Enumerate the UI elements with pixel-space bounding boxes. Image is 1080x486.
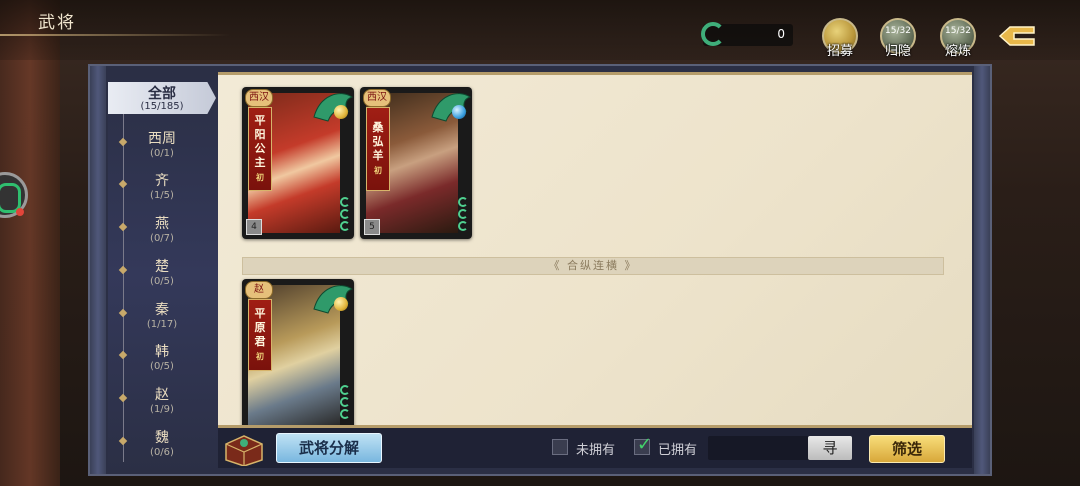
dragon-ornament-icon — [313, 93, 354, 122]
general-name-char: 桑 — [372, 121, 384, 134]
star-icon — [340, 409, 350, 419]
star-icon — [340, 209, 350, 219]
not-owned-label: 未拥有 — [576, 443, 616, 458]
sidebar-item-all[interactable]: 全部 (15/185) — [108, 82, 216, 114]
search-input[interactable] — [708, 436, 820, 460]
rarity-gem-icon — [452, 105, 466, 119]
sidebar-item-count: (1/5) — [150, 190, 174, 201]
smelt-button[interactable]: 15/32 熔炼 — [940, 18, 976, 59]
currency-display: 0 — [701, 22, 793, 46]
sidebar-item-count: (15/185) — [140, 101, 184, 112]
tier-badge: 4 — [246, 219, 262, 235]
sidebar-item-count: (0/5) — [150, 361, 174, 372]
state-badge: 西汉 — [245, 89, 273, 107]
general-name-char: 原 — [254, 321, 266, 334]
sidebar-item-count: (0/5) — [150, 276, 174, 287]
state-badge: 赵 — [245, 281, 273, 299]
general-name-char: 弘 — [372, 135, 384, 148]
section-divider: 《 合纵连横 》 — [242, 257, 944, 275]
star-icon — [458, 209, 468, 219]
sidebar-item-qi[interactable]: 齐 (1/5) — [108, 168, 216, 208]
star-icon — [340, 221, 350, 231]
star-column — [340, 197, 352, 233]
star-column — [340, 385, 352, 421]
back-arrow-icon[interactable] — [996, 24, 1038, 48]
dragon-ornament-icon — [431, 93, 472, 122]
star-icon — [340, 197, 350, 207]
jade-ring-icon — [701, 22, 725, 46]
star-icon — [458, 221, 468, 231]
recruit-label: 招募 — [826, 44, 853, 59]
rarity-gem-icon — [334, 105, 348, 119]
smelt-label: 熔炼 — [944, 44, 971, 59]
recruit-button[interactable]: 招募 — [822, 18, 858, 59]
general-level: 初 — [374, 165, 382, 175]
sidebar-item-xizhou[interactable]: 西周 (0/1) — [108, 126, 216, 166]
chest-icon — [225, 435, 263, 466]
general-card[interactable]: 西汉 桑 弘 羊 初 5 — [360, 87, 472, 239]
sidebar-item-qin[interactable]: 秦 (1/17) — [108, 297, 216, 337]
sidebar-item-count: (0/6) — [150, 447, 174, 458]
retire-count: 15/32 — [885, 26, 911, 36]
sidebar-item-count: (0/7) — [150, 233, 174, 244]
state-badge: 西汉 — [363, 89, 391, 107]
general-name-char: 羊 — [372, 149, 384, 162]
general-level: 初 — [256, 351, 264, 361]
star-icon — [458, 197, 468, 207]
owned-label: 已拥有 — [658, 443, 698, 458]
general-name-char: 平 — [254, 307, 266, 320]
rarity-gem-icon — [334, 297, 348, 311]
currency-value: 0 — [777, 27, 785, 41]
sidebar-item-count: (1/17) — [146, 319, 178, 330]
decompose-button[interactable]: 武将分解 — [276, 433, 382, 463]
notification-dot — [16, 208, 24, 216]
star-icon — [340, 385, 350, 395]
page-title: 武将 — [38, 13, 76, 33]
general-name-char: 阳 — [254, 128, 266, 141]
tier-badge: 5 — [364, 219, 380, 235]
general-card[interactable]: 西汉 平 阳 公 主 初 4 — [242, 87, 354, 239]
search-button[interactable]: 寻 — [808, 436, 852, 460]
retire-label: 归隐 — [884, 44, 911, 59]
sidebar-item-count: (0/1) — [150, 148, 174, 159]
background-pillar — [0, 0, 60, 486]
owned-checkbox[interactable]: ✓ — [634, 434, 652, 455]
general-card[interactable]: 赵 平 原 君 初 — [242, 279, 354, 425]
general-name-ribbon: 桑 弘 羊 初 — [366, 107, 390, 191]
general-name-char: 君 — [254, 335, 266, 348]
sidebar-item-chu[interactable]: 楚 (0/5) — [108, 254, 216, 294]
title-underline — [0, 34, 230, 36]
general-name-ribbon: 平 原 君 初 — [248, 299, 272, 371]
general-name-char: 公 — [254, 142, 266, 155]
general-grid: 西汉 平 阳 公 主 初 4 西汉 桑 弘 羊 初 5 赵 平 原 君 初 《 … — [218, 72, 972, 428]
general-name-char: 平 — [254, 114, 266, 127]
sidebar-item-count: (1/9) — [150, 404, 174, 415]
checkmark-icon: ✓ — [637, 434, 653, 455]
retire-button[interactable]: 15/32 归隐 — [880, 18, 916, 59]
dragon-ornament-icon — [313, 285, 354, 314]
star-icon — [340, 397, 350, 407]
general-level: 初 — [256, 172, 264, 182]
filter-button[interactable]: 筛选 — [869, 435, 945, 463]
sidebar-item-yan[interactable]: 燕 (0/7) — [108, 211, 216, 251]
smelt-count: 15/32 — [945, 26, 971, 36]
sidebar-item-label: 全部 — [148, 86, 176, 102]
general-name-char: 主 — [254, 156, 266, 169]
sidebar-item-han[interactable]: 韩 (0/5) — [108, 339, 216, 379]
star-column — [458, 197, 470, 233]
sidebar-item-zhao[interactable]: 赵 (1/9) — [108, 382, 216, 422]
sidebar-item-wei[interactable]: 魏 (0/6) — [108, 425, 216, 465]
not-owned-checkbox[interactable] — [552, 439, 568, 455]
general-name-ribbon: 平 阳 公 主 初 — [248, 107, 272, 191]
